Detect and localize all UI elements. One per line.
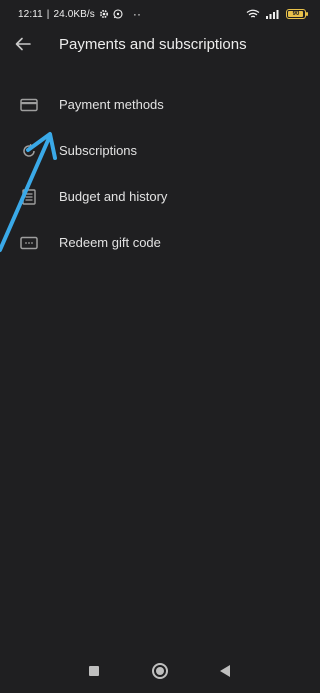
settings-menu: Payment methods Subscriptions Budget and… [0,82,320,266]
battery-icon: 90 [286,9,308,19]
back-icon [220,665,230,677]
system-nav-bar [0,647,320,693]
home-icon [152,663,168,679]
status-right: 90 [246,9,308,19]
status-net-speed: 24.0KB/s [53,8,95,20]
menu-item-subscriptions[interactable]: Subscriptions [0,128,320,174]
signal-icon [265,9,281,19]
settings-gear-icon [99,9,109,19]
menu-item-redeem-gift-code[interactable]: Redeem gift code [0,220,320,266]
status-dots: ·· [132,7,142,21]
menu-item-label: Budget and history [59,189,168,204]
status-time: 12:11 [18,8,43,20]
back-button[interactable] [10,34,36,58]
whatsapp-icon [113,9,123,19]
list-document-icon [20,188,38,206]
menu-item-label: Subscriptions [59,143,138,158]
menu-item-payment-methods[interactable]: Payment methods [0,82,320,128]
home-button[interactable] [149,660,171,682]
credit-card-icon [20,96,38,114]
menu-item-label: Redeem gift code [59,235,161,250]
refresh-icon [20,142,38,160]
app-bar: Payments and subscriptions [0,28,320,64]
page-title: Payments and subscriptions [59,36,247,53]
status-separator: | [46,8,50,20]
menu-item-label: Payment methods [59,97,164,112]
gift-card-icon [20,234,38,252]
recent-apps-button[interactable] [83,660,105,682]
status-bar: 12:11 | 24.0KB/s ·· 90 [0,0,320,28]
arrow-back-icon [14,35,32,58]
system-back-button[interactable] [214,660,236,682]
recent-apps-icon [89,666,99,676]
battery-level: 90 [292,11,300,17]
status-left: 12:11 | 24.0KB/s ·· [18,7,141,21]
menu-item-budget-history[interactable]: Budget and history [0,174,320,220]
wifi-icon [246,9,260,19]
